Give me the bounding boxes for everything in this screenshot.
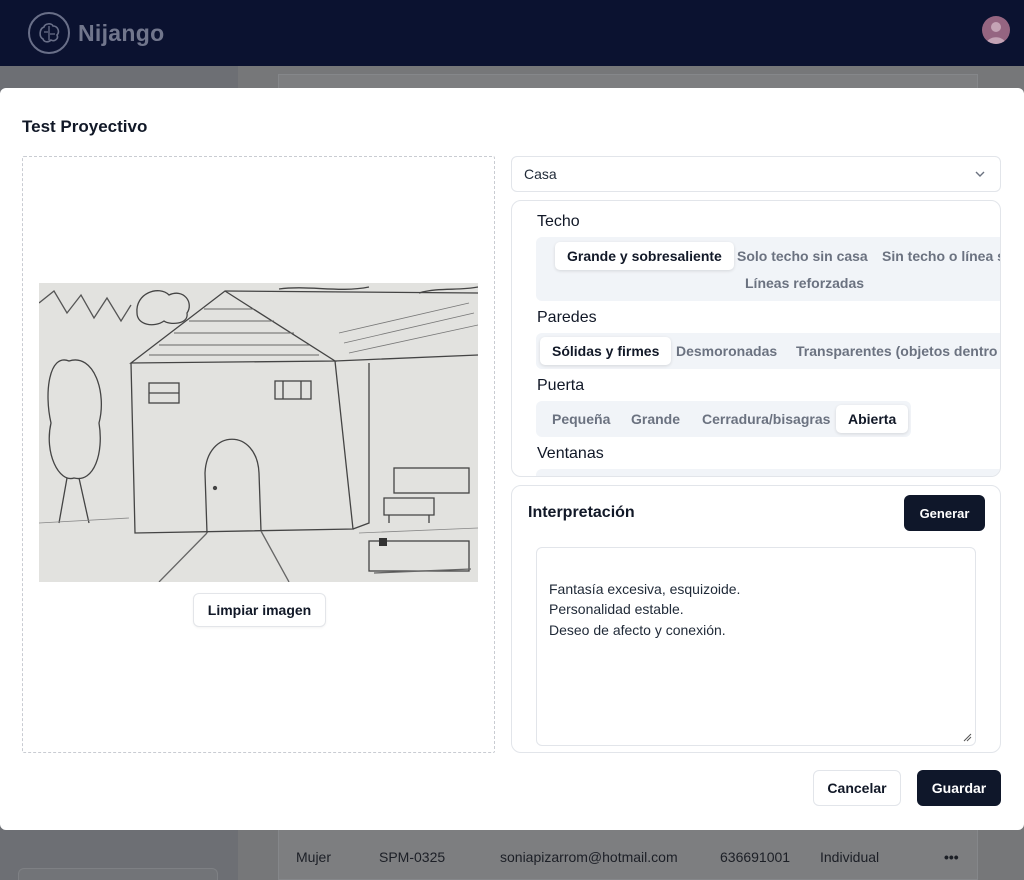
clear-image-button[interactable]: Limpiar imagen — [193, 593, 326, 627]
house-drawing-image — [39, 283, 478, 582]
option-pequena[interactable]: Pequeña — [540, 405, 622, 433]
cell-type: Individual — [820, 849, 880, 865]
attr-label-puerta: Puerta — [537, 377, 585, 394]
interpretation-title: Interpretación — [528, 504, 635, 521]
option-lineas-reforzadas[interactable]: Líneas reforzadas — [733, 269, 876, 297]
projective-test-dialog: Test Proyectivo Limpiar imagen Casa Tech… — [0, 88, 1024, 830]
save-button[interactable]: Guardar — [917, 770, 1001, 806]
row-menu-button[interactable]: ••• — [944, 849, 959, 865]
select-value: Casa — [524, 166, 557, 182]
avatar-icon — [986, 22, 1006, 44]
attr-label-paredes: Paredes — [537, 309, 597, 326]
option-grande-y-sobresaliente[interactable]: Grande y sobresaliente — [555, 242, 734, 270]
option-cerradura-bisagras[interactable]: Cerradura/bisagras — [690, 405, 842, 433]
interpretation-text: Fantasía excesiva, esquizoide. Personali… — [549, 580, 741, 638]
paredes-options: Sólidas y firmes Desmoronadas Transparen… — [536, 333, 1000, 369]
option-solo-techo-sin-casa[interactable]: Solo techo sin casa — [725, 242, 880, 270]
techo-options: Grande y sobresaliente Solo techo sin ca… — [536, 237, 1000, 301]
cell-phone: 636691001 — [720, 849, 791, 865]
cell-email: soniapizarrom@hotmail.com — [500, 849, 678, 865]
resize-grip-icon[interactable] — [963, 733, 972, 742]
option-abierta[interactable]: Abierta — [836, 405, 909, 433]
puerta-options: Pequeña Grande Cerradura/bisagras Abiert… — [536, 401, 911, 437]
cell-code: SPM-0325 — [379, 849, 446, 865]
avatar[interactable] — [982, 16, 1010, 44]
cancel-button[interactable]: Cancelar — [813, 770, 901, 806]
app-name: Nijango — [78, 19, 165, 46]
ventanas-options — [536, 469, 1000, 476]
interpretation-textarea[interactable]: Fantasía excesiva, esquizoide. Personali… — [536, 547, 976, 746]
app-logo[interactable]: Nijango — [28, 12, 164, 54]
interpretation-panel: Interpretación Generar Fantasía excesiva… — [511, 485, 1001, 753]
attr-label-techo: Techo — [537, 213, 580, 230]
option-desmoronadas[interactable]: Desmoronadas — [664, 337, 789, 365]
attributes-panel[interactable]: Techo Grande y sobresaliente Solo techo … — [511, 200, 1001, 477]
top-bar: Nijango — [0, 0, 1024, 66]
option-transparentes[interactable]: Transparentes (objetos dentro vi — [784, 337, 1000, 365]
brain-logo-icon — [28, 12, 70, 54]
cell-gender: Mujer — [296, 849, 332, 865]
sidebar-item[interactable] — [18, 868, 218, 880]
drawing-type-select[interactable]: Casa — [511, 156, 1001, 192]
dialog-title: Test Proyectivo — [22, 117, 148, 136]
option-sin-techo[interactable]: Sin techo o línea si — [870, 242, 1000, 270]
image-dropzone[interactable]: Limpiar imagen — [22, 156, 495, 753]
attr-label-ventanas: Ventanas — [537, 445, 604, 462]
table-row[interactable]: Mujer SPM-0325 soniapizarrom@hotmail.com… — [278, 842, 978, 872]
generate-button[interactable]: Generar — [904, 495, 985, 531]
option-solidas-y-firmes[interactable]: Sólidas y firmes — [540, 337, 672, 365]
option-grande[interactable]: Grande — [619, 405, 692, 433]
chevron-down-icon — [975, 171, 985, 177]
